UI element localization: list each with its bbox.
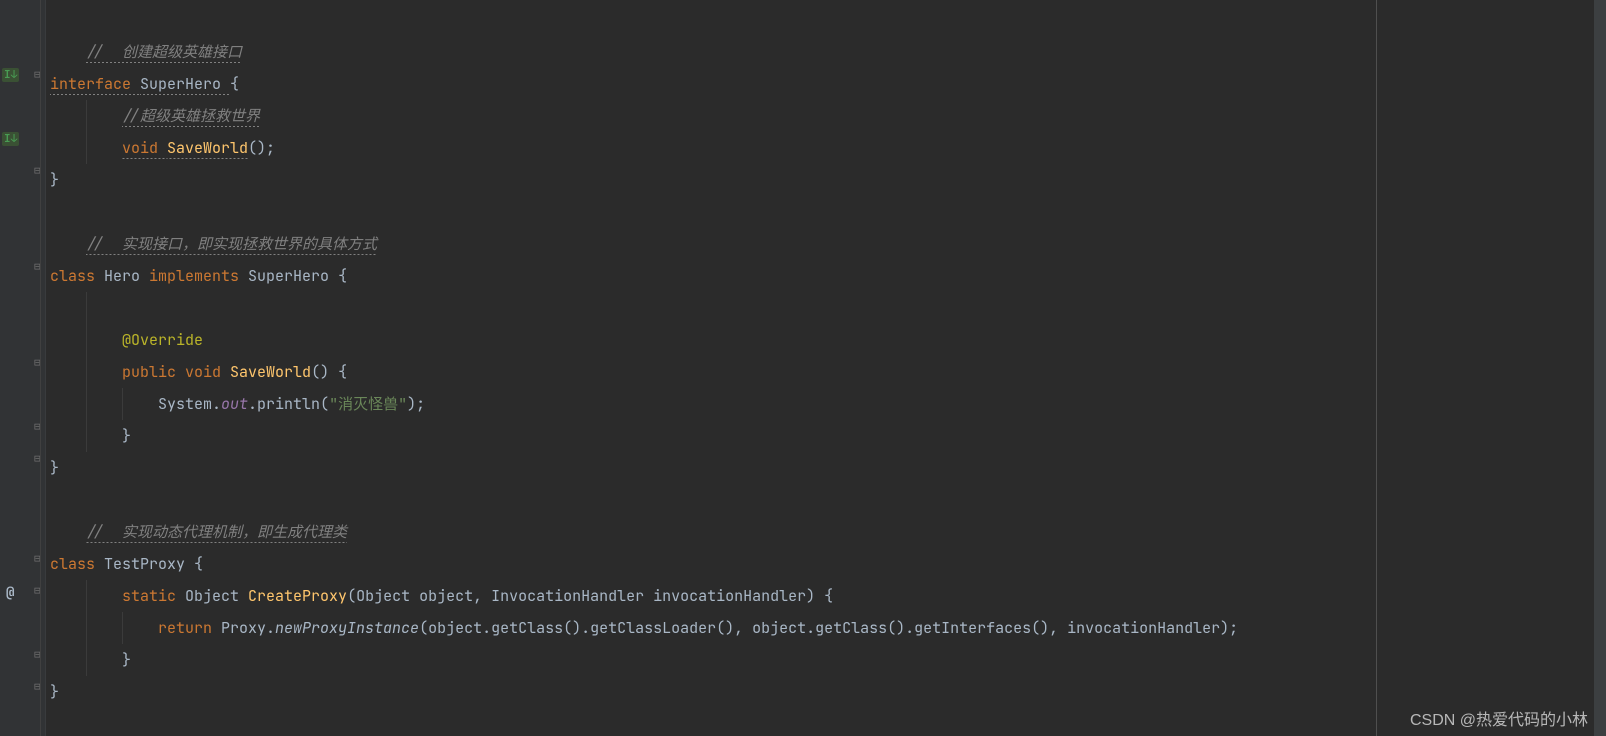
punct: (); — [248, 138, 275, 158]
keyword: implements — [149, 266, 248, 286]
code-line: // 实现动态代理机制，即生成代理类 — [50, 516, 1606, 548]
punct: ( — [347, 586, 356, 606]
method-call: .println( — [248, 394, 329, 414]
class-name: TestProxy — [104, 554, 194, 574]
keyword: class — [50, 554, 104, 574]
type: Object — [356, 586, 419, 606]
punct: ); — [407, 394, 425, 414]
keyword: static — [122, 586, 185, 606]
param: invocationHandler — [653, 586, 806, 606]
keyword: public — [122, 362, 185, 382]
method-name: SaveWorld — [167, 138, 248, 159]
code-line: } — [50, 676, 1606, 708]
class-name: Hero — [104, 266, 149, 286]
csdn-watermark: CSDN @热爱代码的小林 — [1410, 706, 1588, 730]
comment: //超级英雄拯救世界 — [122, 106, 260, 127]
code-line: System.out.println("消灭怪兽"); — [50, 388, 1606, 420]
type: Object — [185, 586, 248, 606]
right-margin-line — [1376, 0, 1377, 736]
brace: } — [50, 682, 59, 702]
type: InvocationHandler — [491, 586, 653, 606]
brace: { — [194, 554, 203, 574]
class-name: SuperHero — [140, 74, 230, 95]
brace: } — [122, 426, 131, 446]
string-literal: "消灭怪兽" — [329, 394, 407, 414]
code-line: static Object CreateProxy(Object object,… — [50, 580, 1606, 612]
code-line: return Proxy.newProxyInstance(object.get… — [50, 612, 1606, 644]
keyword: return — [158, 618, 221, 638]
code-line — [50, 196, 1606, 228]
punct: ) { — [806, 586, 833, 606]
code-line: class TestProxy { — [50, 548, 1606, 580]
static-field: out — [221, 394, 248, 414]
code-line — [50, 4, 1606, 36]
code-line: } — [50, 644, 1606, 676]
implements-marker-icon[interactable]: I↓ — [2, 132, 19, 146]
identifier: Proxy. — [221, 618, 275, 638]
code-line: } — [50, 452, 1606, 484]
brace: } — [122, 650, 131, 670]
call-args: (object.getClass().getClassLoader(), obj… — [419, 618, 1238, 638]
comment: // 实现动态代理机制，即生成代理类 — [86, 522, 347, 543]
code-line: void SaveWorld(); — [50, 132, 1606, 164]
code-line: @Override — [50, 324, 1606, 356]
code-line: class Hero implements SuperHero { — [50, 260, 1606, 292]
code-line: } — [50, 164, 1606, 196]
implements-marker-icon[interactable]: I↓ — [2, 68, 19, 82]
method-name: SaveWorld — [230, 362, 311, 382]
brace: } — [50, 170, 59, 190]
static-method: newProxyInstance — [275, 618, 419, 638]
identifier: System. — [158, 394, 221, 414]
keyword: void — [185, 362, 230, 382]
comment: // 实现接口，即实现拯救世界的具体方式 — [86, 234, 377, 255]
code-line: // 创建超级英雄接口 — [50, 36, 1606, 68]
code-line — [50, 484, 1606, 516]
keyword: void — [122, 138, 167, 159]
brace: { — [230, 74, 239, 94]
code-line — [50, 292, 1606, 324]
code-editor[interactable]: // 创建超级英雄接口 interface SuperHero { //超级英雄… — [50, 0, 1606, 708]
punct: () { — [311, 362, 347, 382]
code-line: // 实现接口，即实现拯救世界的具体方式 — [50, 228, 1606, 260]
param: object — [419, 586, 473, 606]
punct: , — [473, 586, 491, 606]
brace: { — [338, 266, 347, 286]
class-name: SuperHero — [248, 266, 338, 286]
code-line: public void SaveWorld() { — [50, 356, 1606, 388]
code-line: //超级英雄拯救世界 — [50, 100, 1606, 132]
keyword: interface — [50, 74, 140, 95]
keyword: class — [50, 266, 104, 286]
gutter-border — [40, 0, 41, 736]
code-line: } — [50, 420, 1606, 452]
brace: } — [50, 458, 59, 478]
comment: // 创建超级英雄接口 — [86, 42, 242, 63]
method-name: CreateProxy — [248, 586, 347, 606]
scrollbar[interactable] — [1594, 0, 1606, 736]
at-gutter-icon[interactable]: @ — [6, 584, 14, 602]
annotation: @Override — [122, 330, 203, 350]
code-line: interface SuperHero { — [50, 68, 1606, 100]
